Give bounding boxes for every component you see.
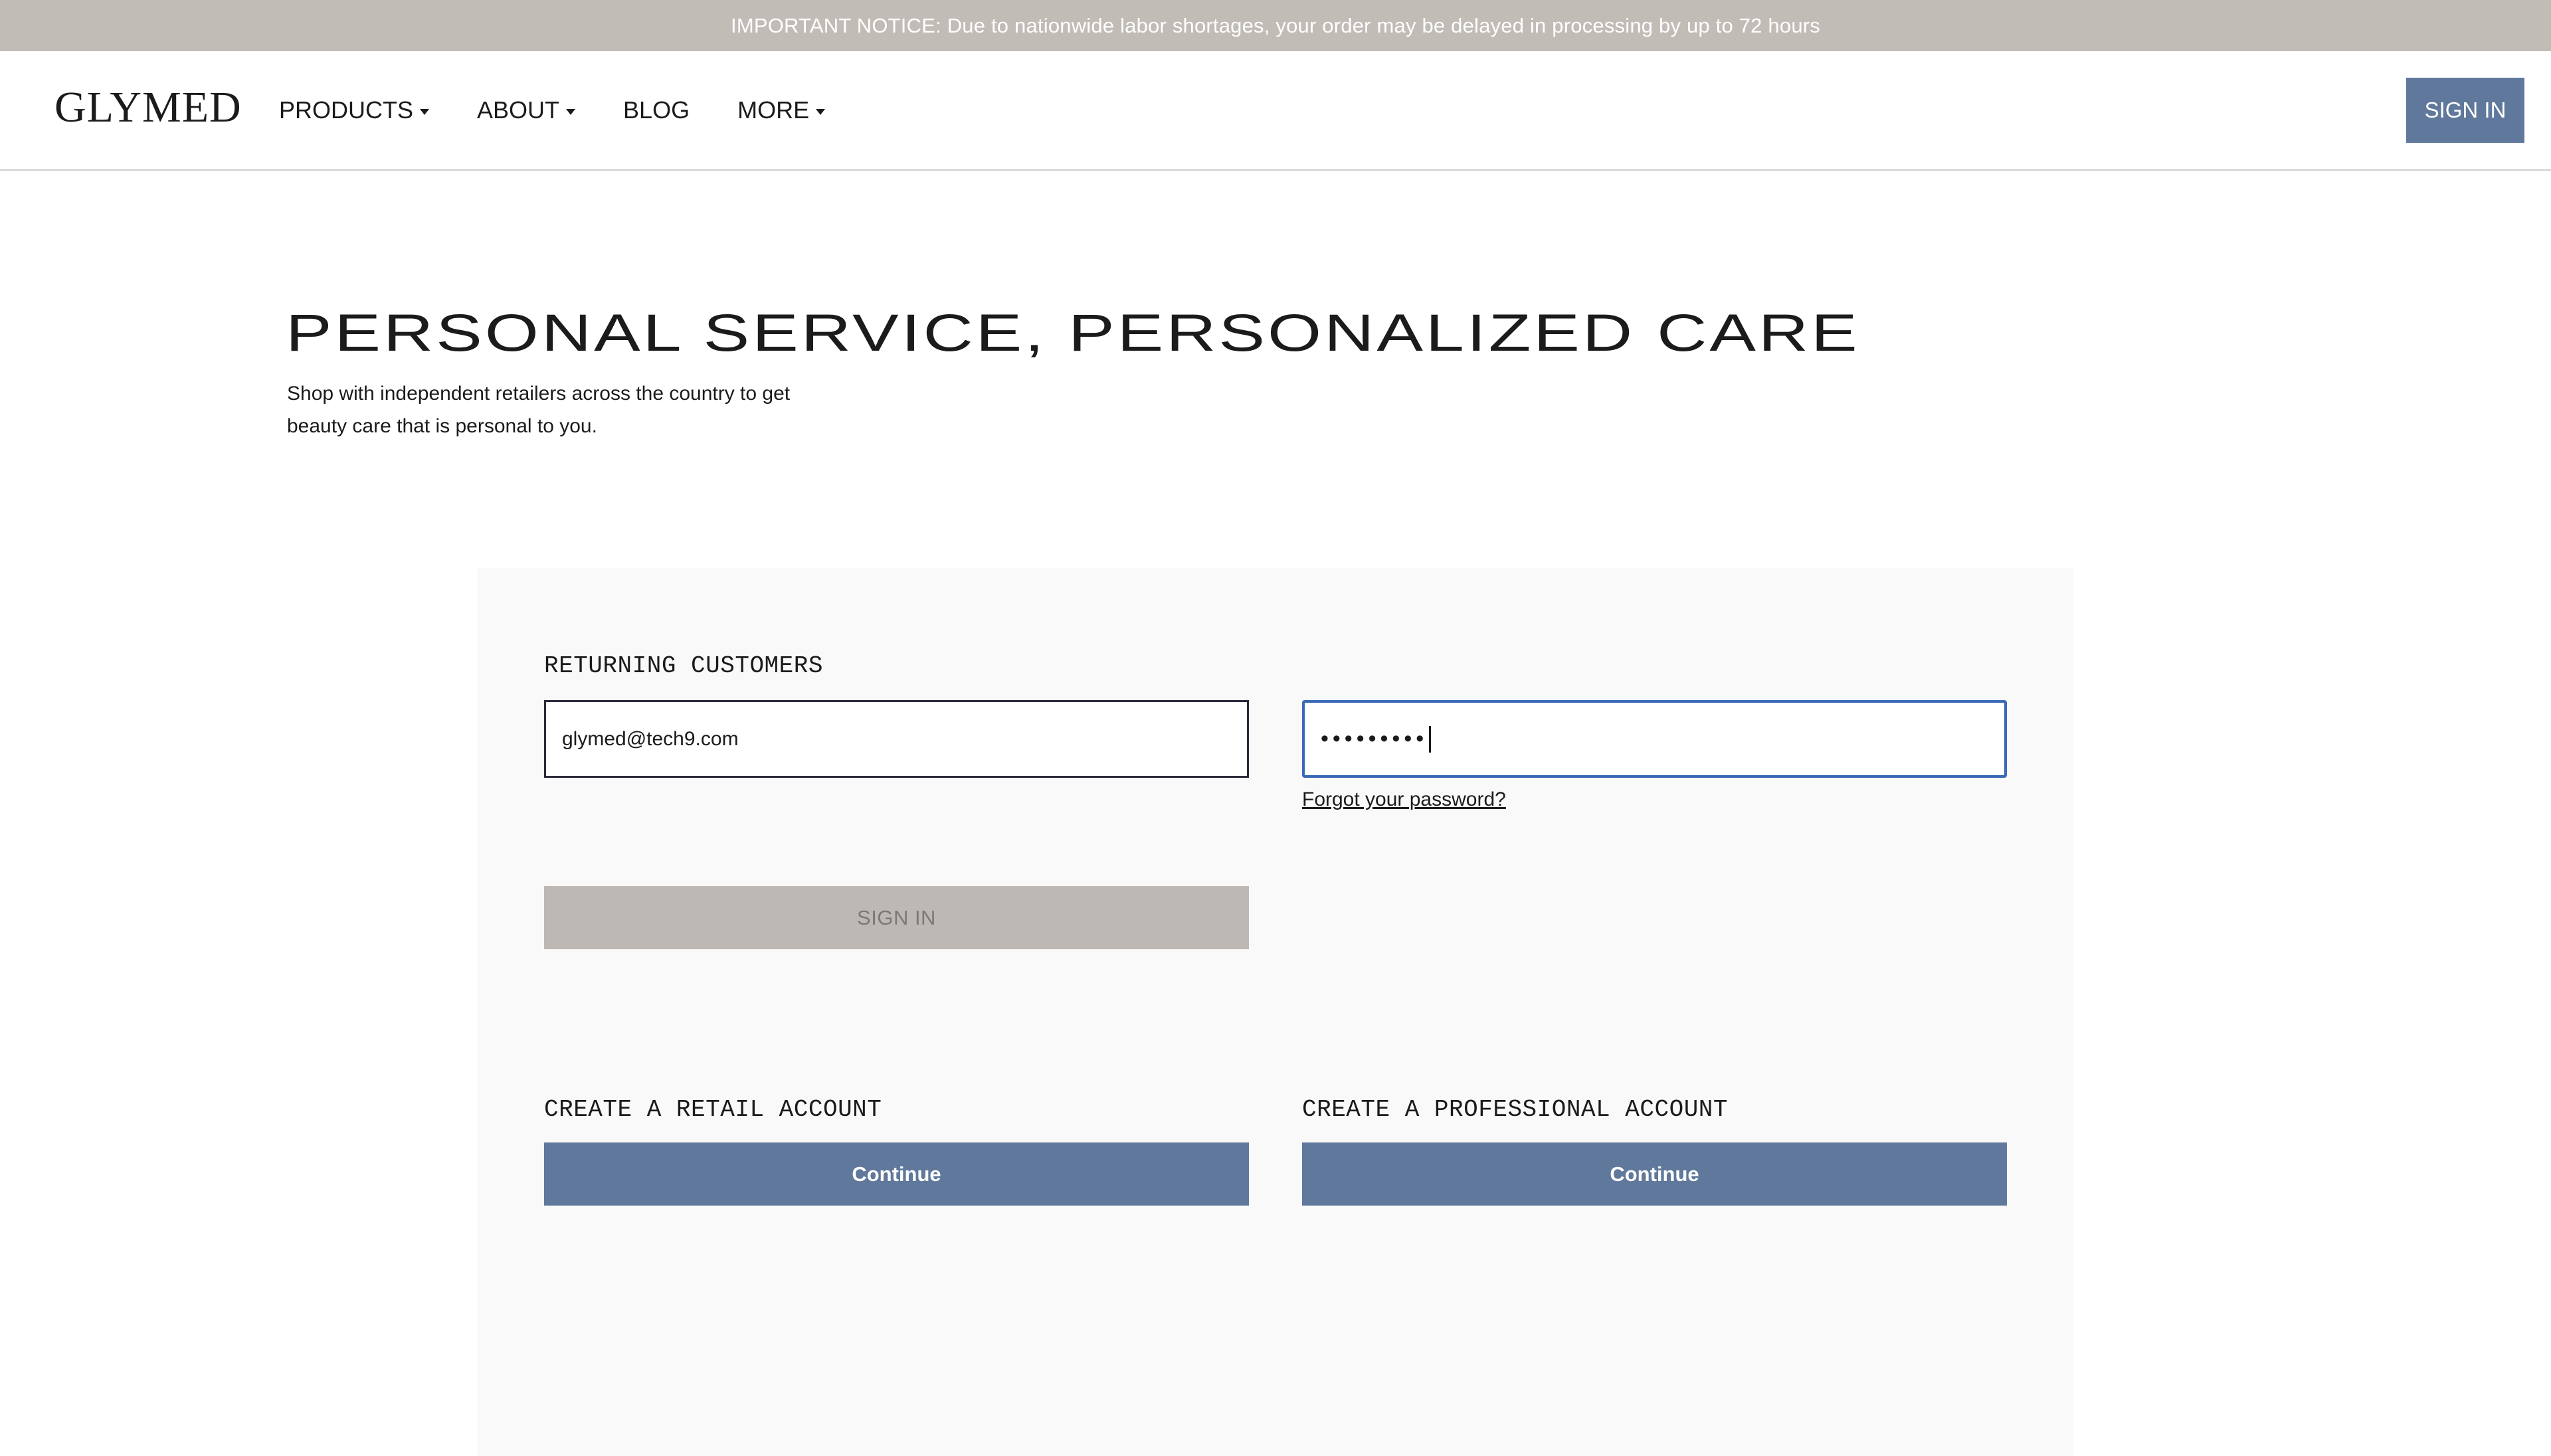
site-header: GLYMED PRODUCTS ABOUT BLOG MORE SIGN IN	[0, 51, 2551, 171]
retail-account-heading: CREATE A RETAIL ACCOUNT	[544, 1096, 882, 1123]
email-value: glymed@tech9.com	[562, 727, 739, 750]
page-title: PERSONAL SERVICE, PERSONALIZED CARE	[286, 303, 1860, 362]
page-subtitle: Shop with independent retailers across t…	[287, 383, 791, 437]
header-sign-in-button[interactable]: SIGN IN	[2406, 78, 2524, 143]
notice-banner: IMPORTANT NOTICE: Due to nationwide labo…	[0, 0, 2551, 51]
nav-blog[interactable]: BLOG	[623, 96, 690, 124]
main-nav: PRODUCTS ABOUT BLOG MORE	[279, 51, 873, 169]
email-field[interactable]: glymed@tech9.com	[544, 700, 1249, 778]
nav-products[interactable]: PRODUCTS	[279, 96, 430, 124]
notice-text: IMPORTANT NOTICE: Due to nationwide labo…	[731, 13, 1820, 37]
nav-more[interactable]: MORE	[737, 96, 826, 124]
caret-down-icon	[566, 108, 576, 115]
returning-customers-heading: RETURNING CUSTOMERS	[544, 652, 823, 680]
professional-account-heading: CREATE A PROFESSIONAL ACCOUNT	[1302, 1096, 1729, 1123]
nav-about[interactable]: ABOUT	[477, 96, 576, 124]
forgot-password-link[interactable]: Forgot your password?	[1302, 788, 1506, 811]
glymed-logo[interactable]: GLYMED	[54, 86, 242, 130]
text-cursor	[1429, 725, 1432, 753]
password-field[interactable]: •••••••••	[1302, 700, 2007, 778]
password-value: •••••••••	[1321, 726, 1428, 751]
professional-continue-button[interactable]: Continue	[1302, 1142, 2007, 1206]
caret-down-icon	[816, 108, 826, 115]
nav-blog-label: BLOG	[623, 96, 690, 124]
sign-in-button[interactable]: SIGN IN	[544, 886, 1249, 949]
account-panel: RETURNING CUSTOMERS glymed@tech9.com •••…	[478, 568, 2073, 1456]
nav-products-label: PRODUCTS	[279, 96, 414, 124]
retail-continue-button[interactable]: Continue	[544, 1142, 1249, 1206]
nav-about-label: ABOUT	[477, 96, 560, 124]
nav-more-label: MORE	[737, 96, 810, 124]
caret-down-icon	[420, 108, 430, 115]
